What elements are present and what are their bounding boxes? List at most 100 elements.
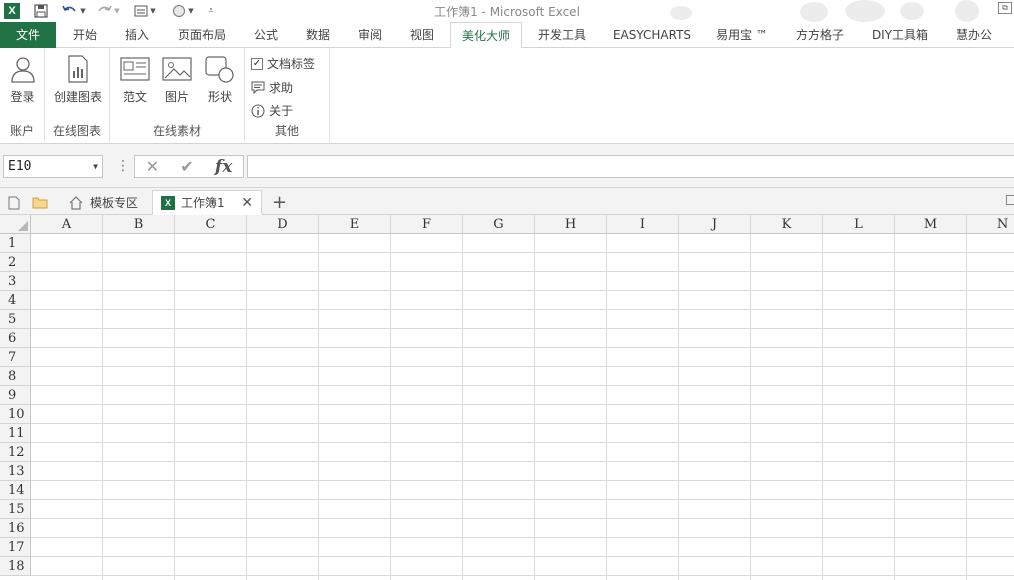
chevron-down-icon[interactable]: ▼ bbox=[93, 156, 98, 177]
login-button[interactable]: 登录 bbox=[5, 54, 40, 105]
row-header[interactable]: 2 bbox=[0, 253, 31, 272]
info-icon bbox=[251, 104, 265, 117]
help-button[interactable]: 求助 bbox=[251, 79, 293, 96]
enter-icon[interactable]: ✔ bbox=[180, 157, 193, 176]
tab-file[interactable]: 文件 bbox=[0, 22, 56, 48]
group-label-other: 其他 bbox=[274, 124, 299, 138]
row-header[interactable]: 1 bbox=[0, 234, 31, 253]
row-header[interactable]: 18 bbox=[0, 557, 31, 576]
column-header[interactable]: E bbox=[319, 215, 391, 234]
login-label: 登录 bbox=[10, 90, 35, 104]
restore-window-button[interactable]: ⧉ bbox=[998, 2, 1012, 14]
document-tab-bar: 模板专区 X 工作簿1 ✕ + bbox=[0, 188, 1014, 215]
tab-formulas[interactable]: 公式 bbox=[244, 22, 288, 48]
template-button[interactable]: 范文 bbox=[116, 54, 154, 105]
about-button[interactable]: 关于 bbox=[251, 102, 293, 119]
row-header[interactable]: 15 bbox=[0, 500, 31, 519]
about-label: 关于 bbox=[269, 104, 294, 118]
column-header[interactable]: N bbox=[967, 215, 1014, 234]
formula-bar-grip-icon[interactable]: ⋮ bbox=[116, 158, 130, 174]
column-header[interactable]: F bbox=[391, 215, 463, 234]
formula-buttons: ✕ ✔ fx bbox=[134, 155, 244, 178]
row-header[interactable]: 10 bbox=[0, 405, 31, 424]
restore-icon[interactable] bbox=[1006, 195, 1014, 205]
tab-developer[interactable]: 开发工具 bbox=[530, 22, 594, 48]
group-label-online-material: 在线素材 bbox=[152, 124, 201, 138]
column-header[interactable]: B bbox=[103, 215, 175, 234]
formula-input[interactable] bbox=[247, 155, 1014, 178]
row-header[interactable]: 8 bbox=[0, 367, 31, 386]
row-header[interactable]: 11 bbox=[0, 424, 31, 443]
user-icon bbox=[8, 54, 38, 84]
group-label-online-chart: 在线图表 bbox=[52, 124, 101, 138]
create-chart-label: 创建图表 bbox=[53, 90, 102, 104]
row-header[interactable]: 7 bbox=[0, 348, 31, 367]
picture-label: 图片 bbox=[164, 90, 189, 104]
group-online-chart: 创建图表 在线图表 bbox=[45, 48, 110, 142]
cell-area[interactable] bbox=[31, 234, 1014, 580]
column-header[interactable]: K bbox=[751, 215, 823, 234]
tab-data[interactable]: 数据 bbox=[296, 22, 340, 48]
shapes-icon bbox=[205, 54, 235, 84]
tab-diy-toolbox[interactable]: DIY工具箱 bbox=[864, 22, 936, 48]
workbook-tab-label: 工作簿1 bbox=[181, 196, 225, 210]
formula-bar-area: E10 ▼ ⋮ ✕ ✔ fx bbox=[0, 144, 1014, 188]
tab-insert[interactable]: 插入 bbox=[114, 22, 160, 48]
new-tab-button[interactable]: + bbox=[264, 190, 295, 215]
doc-tabs-checkbox[interactable]: ✓ 文档标签 bbox=[251, 55, 315, 72]
help-label: 求助 bbox=[269, 81, 294, 95]
column-header[interactable]: L bbox=[823, 215, 895, 234]
name-box-value: E10 bbox=[8, 159, 32, 174]
checkmark-icon: ✓ bbox=[251, 57, 263, 70]
title-bar: X ▼ ▼ ▼ ▼ ⩡ 工作簿1 - Microsoft Excel ⧉ bbox=[0, 0, 1014, 22]
tab-view[interactable]: 视图 bbox=[400, 22, 444, 48]
chart-document-icon bbox=[63, 54, 93, 84]
shape-button[interactable]: 形状 bbox=[200, 54, 240, 105]
row-header[interactable]: 12 bbox=[0, 443, 31, 462]
select-all-button[interactable] bbox=[0, 215, 31, 234]
tab-meihua-dashi[interactable]: 美化大师 bbox=[450, 22, 522, 48]
group-online-material: 范文 图片 形状 在线素材 bbox=[110, 48, 245, 142]
tab-review[interactable]: 审阅 bbox=[348, 22, 392, 48]
column-header[interactable]: I bbox=[607, 215, 679, 234]
tab-huibangong[interactable]: 慧办公 bbox=[946, 22, 1002, 48]
cancel-icon[interactable]: ✕ bbox=[146, 157, 159, 176]
tab-yiyongbao[interactable]: 易用宝 ™ bbox=[708, 22, 776, 48]
tab-home[interactable]: 开始 bbox=[62, 22, 108, 48]
open-folder-icon[interactable] bbox=[24, 190, 56, 215]
name-box[interactable]: E10 ▼ bbox=[3, 155, 103, 178]
row-header[interactable]: 4 bbox=[0, 291, 31, 310]
row-header[interactable]: 14 bbox=[0, 481, 31, 500]
excel-file-icon: X bbox=[161, 195, 175, 210]
window-title: 工作簿1 - Microsoft Excel bbox=[434, 5, 580, 19]
column-header[interactable]: M bbox=[895, 215, 967, 234]
group-label-account: 账户 bbox=[9, 124, 34, 138]
insert-function-icon[interactable]: fx bbox=[215, 157, 232, 177]
home-icon bbox=[69, 195, 83, 210]
row-header[interactable]: 5 bbox=[0, 310, 31, 329]
column-header[interactable]: A bbox=[31, 215, 103, 234]
tab-page-layout[interactable]: 页面布局 bbox=[170, 22, 234, 48]
row-header[interactable]: 17 bbox=[0, 538, 31, 557]
row-header[interactable]: 16 bbox=[0, 519, 31, 538]
row-header[interactable]: 9 bbox=[0, 386, 31, 405]
template-zone-label: 模板专区 bbox=[90, 196, 139, 210]
column-header[interactable]: H bbox=[535, 215, 607, 234]
row-header[interactable]: 3 bbox=[0, 272, 31, 291]
tab-easycharts[interactable]: EASYCHARTS bbox=[606, 22, 698, 48]
workbook-tab[interactable]: X 工作簿1 ✕ bbox=[152, 190, 262, 215]
column-header[interactable]: G bbox=[463, 215, 535, 234]
spreadsheet-grid[interactable]: ABCDEFGHIJKLMN 1 2 3 4 5 6 7 8 9 10 11 12 13 14 15 16 17… bbox=[0, 215, 1014, 580]
row-header[interactable]: 13 bbox=[0, 462, 31, 481]
picture-button[interactable]: 图片 bbox=[158, 54, 196, 105]
column-header[interactable]: J bbox=[679, 215, 751, 234]
template-zone-tab[interactable]: 模板专区 bbox=[60, 190, 146, 215]
shape-label: 形状 bbox=[207, 90, 232, 104]
row-header[interactable]: 6 bbox=[0, 329, 31, 348]
group-account: 登录 账户 bbox=[0, 48, 45, 142]
create-chart-button[interactable]: 创建图表 bbox=[50, 54, 106, 105]
column-header[interactable]: D bbox=[247, 215, 319, 234]
close-icon[interactable]: ✕ bbox=[241, 195, 253, 211]
tab-fangfang-gezi[interactable]: 方方格子 bbox=[786, 22, 854, 48]
column-header[interactable]: C bbox=[175, 215, 247, 234]
